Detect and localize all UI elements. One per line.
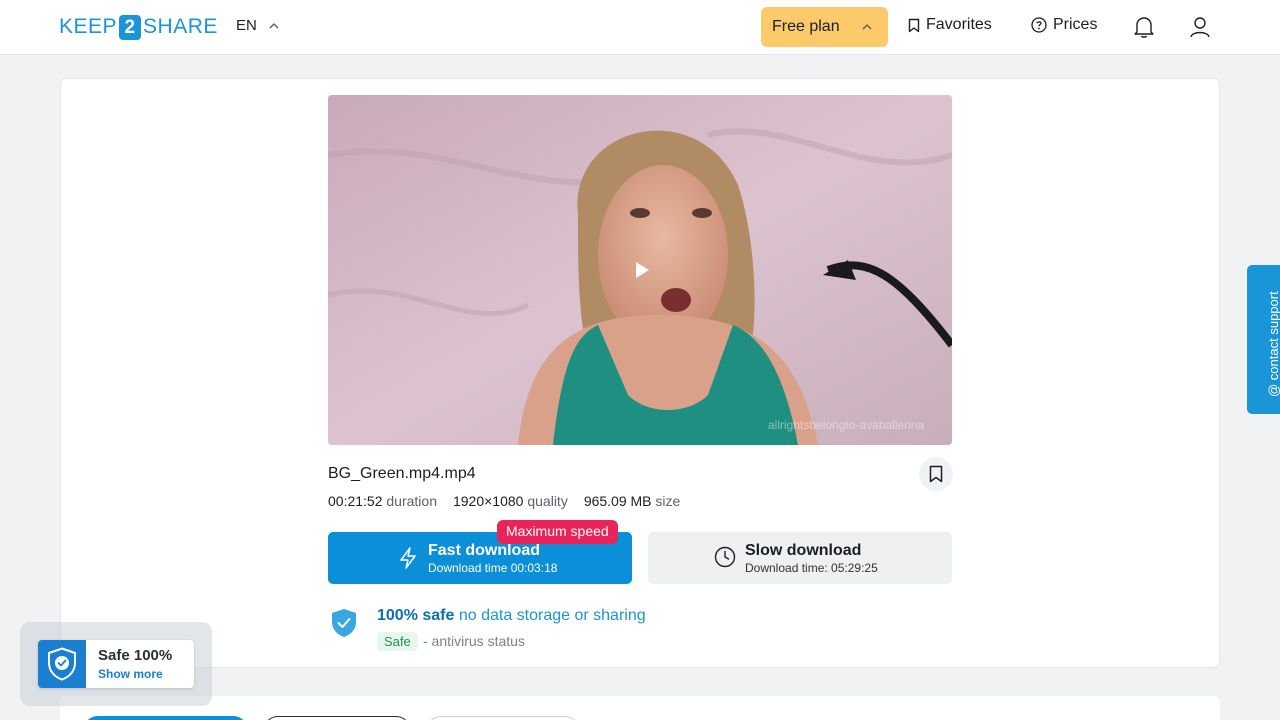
quality-label: quality: [527, 493, 568, 509]
file-meta: 00:21:52 duration 1920×1080 quality 965.…: [328, 493, 680, 509]
chevron-up-icon: [862, 24, 872, 30]
quality-meta: 1920×1080 quality: [453, 493, 568, 509]
slow-download-label: Slow download: [745, 542, 862, 559]
safety-rest: no data storage or sharing: [454, 607, 646, 624]
free-plan-button[interactable]: Free plan: [761, 7, 888, 47]
help-circle-icon: [1031, 17, 1047, 33]
bookmark-icon: [929, 465, 943, 483]
fast-download-time: Download time 00:03:18: [428, 561, 558, 575]
safe-badge-title: Safe 100%: [98, 647, 173, 664]
maximum-speed-badge: Maximum speed: [497, 520, 618, 544]
slow-download-button[interactable]: Slow download Download time: 05:29:25: [648, 532, 952, 584]
duration-meta: 00:21:52 duration: [328, 493, 437, 509]
fast-download-label: Fast download: [428, 542, 540, 559]
language-selector[interactable]: EN: [236, 17, 279, 34]
safe-badge-icon-box: [38, 640, 86, 688]
play-icon[interactable]: [634, 261, 650, 279]
chevron-up-icon: [269, 22, 279, 28]
keep2share-logo[interactable]: KEEP 2 SHARE: [59, 14, 218, 40]
shield-check-icon: [332, 609, 356, 637]
bell-icon[interactable]: [1133, 15, 1155, 39]
plan-label: Free plan: [772, 18, 840, 35]
antivirus-status-text: - antivirus status: [423, 633, 525, 649]
safe-status-badge: Safe: [377, 632, 418, 651]
bookmark-icon: [908, 18, 920, 32]
logo-text-left: KEEP: [59, 15, 118, 38]
clock-icon: [714, 546, 736, 568]
add-favorite-button[interactable]: [919, 457, 953, 491]
tab-third[interactable]: [426, 716, 580, 720]
favorites-link[interactable]: Favorites: [908, 16, 992, 34]
tab-second[interactable]: [263, 716, 411, 720]
safety-strong: 100% safe: [377, 607, 455, 624]
contact-support-label: @ contact support: [1266, 291, 1280, 397]
user-icon[interactable]: [1189, 15, 1211, 39]
show-more-link[interactable]: Show more: [98, 667, 163, 681]
tab-active[interactable]: [83, 716, 248, 720]
favorites-label: Favorites: [926, 16, 992, 33]
file-name: BG_Green.mp4.mp4: [328, 465, 476, 482]
prices-link[interactable]: Prices: [1031, 16, 1097, 34]
logo-number: 2: [119, 14, 142, 40]
shield-check-icon: [48, 647, 76, 681]
size-meta: 965.09 MB size: [584, 493, 681, 509]
video-watermark: allrightsbelongto-avaballerina: [768, 418, 925, 432]
logo-text-right: SHARE: [143, 15, 218, 38]
duration-label: duration: [386, 493, 437, 509]
prices-label: Prices: [1053, 16, 1098, 33]
size-label: size: [655, 493, 681, 509]
contact-support-tab[interactable]: @ contact support: [1247, 265, 1280, 414]
safe-100-badge[interactable]: Safe 100% Show more: [38, 640, 194, 688]
top-header: KEEP 2 SHARE EN Free plan Favorites Prices: [0, 0, 1280, 55]
lightning-icon: [400, 547, 416, 569]
safety-statement: 100% safe no data storage or sharing: [377, 607, 646, 625]
duration-value: 00:21:52: [328, 493, 383, 509]
quality-value: 1920×1080: [452, 493, 524, 509]
slow-download-time: Download time: 05:29:25: [745, 561, 878, 575]
language-label: EN: [236, 17, 257, 34]
size-value: 965.09 MB: [583, 493, 652, 509]
